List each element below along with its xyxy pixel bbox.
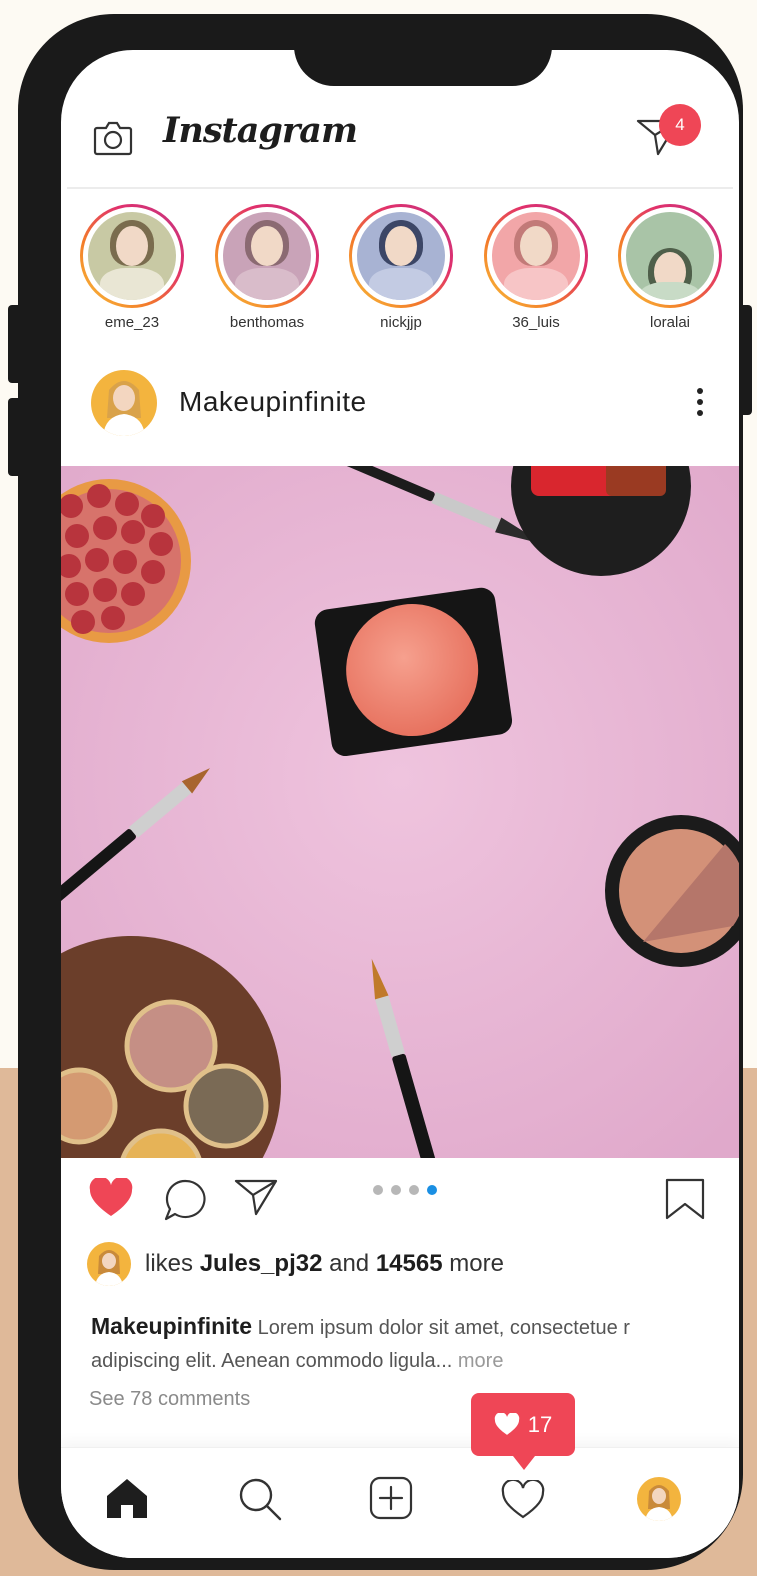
caption-author[interactable]: Makeupinfinite [91, 1313, 252, 1339]
app-screen: Instagram 4 eme_23 benthomas nickjjp 36_… [61, 50, 739, 1558]
search-icon[interactable] [237, 1476, 283, 1522]
story-item[interactable]: 36_luis [484, 204, 588, 331]
story-avatar [88, 212, 176, 300]
story-item[interactable]: eme_23 [80, 204, 184, 331]
like-heart-icon[interactable] [89, 1178, 133, 1218]
story-username: nickjjp [380, 314, 422, 331]
story-avatar [626, 212, 714, 300]
likes-joiner: and [329, 1250, 370, 1277]
heart-icon [494, 1413, 519, 1435]
post-image[interactable] [61, 466, 739, 1158]
story-ring [80, 204, 184, 308]
view-comments-link[interactable]: See 78 comments [89, 1388, 250, 1411]
story-avatar [357, 212, 445, 300]
story-avatar [492, 212, 580, 300]
liker-username[interactable]: Jules_pj32 [200, 1250, 323, 1277]
camera-icon[interactable] [93, 120, 133, 156]
story-username: loralai [649, 314, 691, 331]
likes-count[interactable]: 14565 [376, 1250, 443, 1277]
activity-heart-icon[interactable] [501, 1480, 545, 1520]
story-ring [484, 204, 588, 308]
liker-avatar[interactable] [87, 1242, 131, 1286]
profile-avatar[interactable] [637, 1477, 681, 1521]
new-post-icon[interactable] [369, 1476, 413, 1520]
story-item[interactable]: nickjjp [349, 204, 453, 331]
story-username: benthomas [229, 314, 305, 331]
app-logo: Instagram [163, 110, 358, 151]
caption-more-link[interactable]: more [458, 1350, 504, 1372]
post-author-name[interactable]: Makeupinfinite [179, 386, 367, 418]
bookmark-icon[interactable] [665, 1178, 705, 1220]
share-icon[interactable] [233, 1176, 279, 1218]
phone-frame: Instagram 4 eme_23 benthomas nickjjp 36_… [18, 14, 743, 1570]
divider [67, 187, 733, 189]
more-options-icon[interactable] [697, 388, 703, 416]
phone-notch [294, 28, 552, 86]
story-avatar [223, 212, 311, 300]
story-item[interactable]: benthomas [215, 204, 319, 331]
story-username: eme_23 [104, 314, 160, 331]
story-ring [349, 204, 453, 308]
story-username: 36_luis [512, 314, 560, 331]
notification-badge: 4 [659, 104, 701, 146]
post-author-avatar[interactable] [91, 370, 157, 436]
activity-popup[interactable]: 17 [471, 1393, 575, 1470]
post-caption: Makeupinfinite Lorem ipsum dolor sit ame… [91, 1310, 711, 1378]
comment-icon[interactable] [163, 1178, 207, 1222]
likes-prefix: likes [145, 1250, 194, 1277]
activity-like-count: 17 [527, 1411, 553, 1437]
story-ring [618, 204, 722, 308]
story-item[interactable]: loralai [618, 204, 722, 331]
story-ring [215, 204, 319, 308]
carousel-indicator [373, 1185, 437, 1195]
likes-summary: likes Jules_pj32 and 14565 more [145, 1250, 504, 1278]
home-icon[interactable] [105, 1476, 149, 1520]
likes-suffix: more [449, 1250, 504, 1277]
